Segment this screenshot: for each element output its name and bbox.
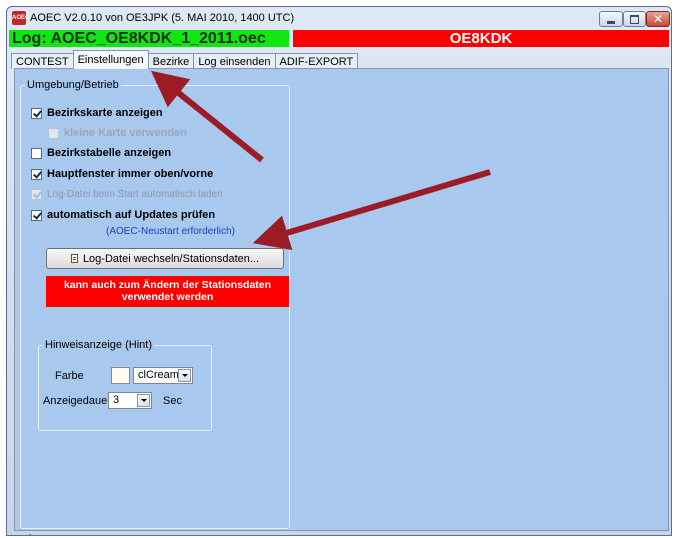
bezirkskarte-checkbox[interactable] <box>31 107 42 119</box>
color-swatch[interactable] <box>111 367 130 384</box>
option-kleine-karte: kleine Karte verwenden <box>48 127 187 139</box>
hauptfenster-checkbox[interactable] <box>31 168 42 180</box>
tab-strip: CONTEST Einstellungen Bezirke Log einsen… <box>11 50 359 69</box>
main-window: AOEC AOEC V2.0.10 von OE3JPK (5. MAI 201… <box>6 6 672 536</box>
chevron-down-icon[interactable] <box>137 394 150 407</box>
option-label: Hauptfenster immer oben/vorne <box>47 168 214 180</box>
callsign-bar: OE8KDK <box>293 30 669 47</box>
settings-panel: Umgebung/Betrieb Bezirkskarte anzeigen k… <box>14 68 669 531</box>
hint-group: Hinweisanzeige (Hint) Farbe clCream Anze… <box>38 339 212 431</box>
station-data-note: kann auch zum Ändern der Stationsdaten v… <box>46 276 289 307</box>
tab-adif-export[interactable]: ADIF-EXPORT <box>274 53 359 69</box>
option-bezirkskarte[interactable]: Bezirkskarte anzeigen <box>31 107 163 119</box>
option-label: kleine Karte verwenden <box>64 127 187 139</box>
color-select-value: clCream <box>138 369 179 381</box>
option-label: automatisch auf Updates prüfen <box>47 209 216 221</box>
status-text: . <box>29 527 32 536</box>
option-autoload: Log-Datei beim Start automatisch laden <box>31 189 223 200</box>
duration-unit: Sec <box>163 395 182 407</box>
option-hauptfenster[interactable]: Hauptfenster immer oben/vorne <box>31 168 213 180</box>
maximize-button[interactable] <box>623 11 646 27</box>
chevron-down-icon[interactable] <box>178 369 191 382</box>
close-icon: ✕ <box>652 12 664 26</box>
tab-log-einsenden[interactable]: Log einsenden <box>193 53 276 69</box>
station-note-line1: kann auch zum Ändern der Stationsdaten <box>63 279 272 291</box>
document-icon <box>70 254 78 263</box>
minimize-button[interactable] <box>599 11 623 27</box>
environment-legend: Umgebung/Betrieb <box>27 79 119 91</box>
switch-logfile-button[interactable]: Log-Datei wechseln/Stationsdaten... <box>46 248 284 269</box>
kleine-karte-checkbox <box>48 127 59 139</box>
option-updates[interactable]: automatisch auf Updates prüfen <box>31 209 215 221</box>
restart-note: (AOEC-Neustart erforderlich) <box>106 226 235 237</box>
minimize-icon <box>607 20 615 24</box>
switch-logfile-label: Log-Datei wechseln/Stationsdaten... <box>82 252 260 265</box>
window-title: AOEC V2.0.10 von OE3JPK (5. MAI 2010, 14… <box>30 12 295 24</box>
title-bar[interactable]: AOEC AOEC V2.0.10 von OE3JPK (5. MAI 201… <box>7 7 671 31</box>
hint-legend: Hinweisanzeige (Hint) <box>45 339 152 351</box>
maximize-icon <box>630 14 639 24</box>
duration-label: Anzeigedauer <box>43 395 111 407</box>
tab-contest[interactable]: CONTEST <box>11 53 74 69</box>
autoload-checkbox <box>31 189 42 200</box>
close-button[interactable]: ✕ <box>646 11 670 27</box>
duration-select[interactable]: 3 <box>108 392 152 409</box>
option-label: Bezirkstabelle anzeigen <box>47 147 172 159</box>
tab-bezirke[interactable]: Bezirke <box>147 53 195 69</box>
bezirkstabelle-checkbox[interactable] <box>31 147 42 159</box>
updates-checkbox[interactable] <box>31 209 42 221</box>
option-label: Bezirkskarte anzeigen <box>47 107 163 119</box>
app-icon: AOEC <box>12 11 29 25</box>
option-bezirkstabelle[interactable]: Bezirkstabelle anzeigen <box>31 147 171 159</box>
option-label: Log-Datei beim Start automatisch laden <box>47 189 223 200</box>
color-label: Farbe <box>55 370 84 382</box>
tab-einstellungen[interactable]: Einstellungen <box>72 50 149 69</box>
color-select[interactable]: clCream <box>133 367 193 384</box>
environment-group: Umgebung/Betrieb Bezirkskarte anzeigen k… <box>20 79 290 529</box>
log-filename-bar: Log: AOEC_OE8KDK_1_2011.oec <box>9 30 289 47</box>
duration-select-value: 3 <box>113 394 120 406</box>
station-note-line2: verwendet werden <box>121 291 214 303</box>
